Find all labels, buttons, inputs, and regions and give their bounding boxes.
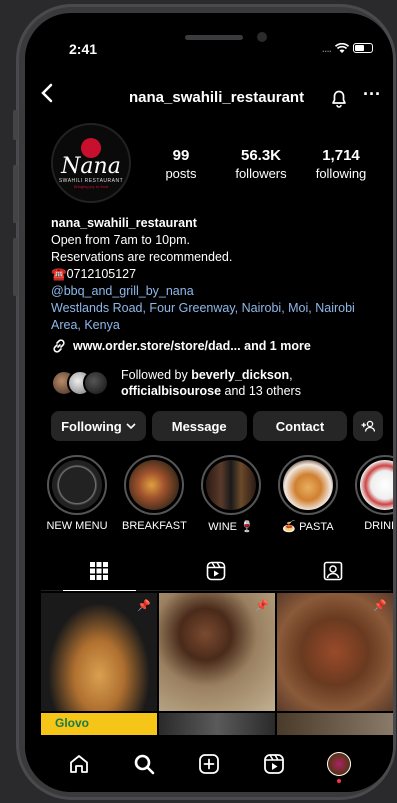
stat-followers[interactable]: 56.3K followers — [223, 147, 299, 181]
wifi-icon — [335, 42, 349, 53]
profile-tabs — [41, 551, 391, 591]
profile-handle: nana_swahili_restaurant — [129, 89, 305, 106]
search-icon — [134, 754, 155, 774]
highlight-label: NEW MENU — [46, 520, 108, 532]
tab-reels[interactable] — [158, 551, 275, 590]
contact-button[interactable]: Contact — [252, 411, 348, 441]
glovo-brand-text: Glovo — [55, 716, 90, 730]
post-thumbnail[interactable]: 📌 — [277, 593, 393, 711]
side-button — [13, 238, 18, 296]
followed-by[interactable]: Followed by beverly_dickson, officialbis… — [51, 367, 381, 399]
chevron-down-icon — [126, 422, 136, 429]
highlight-ring — [201, 455, 261, 515]
highlight-new-menu[interactable]: NEW MENU — [45, 455, 109, 533]
following-button[interactable]: Following — [51, 411, 146, 441]
stat-label: followers — [235, 166, 287, 181]
profile-bio: nana_swahili_restaurant Open from 7am to… — [51, 215, 381, 334]
stat-value: 56.3K — [240, 147, 282, 164]
posts-grid: 📌 📌 📌 Glovo — [41, 593, 393, 735]
bio-address-link[interactable]: Westlands Road, Four Greenway, Nairobi, … — [51, 300, 381, 334]
more-options-button[interactable]: ··· — [363, 84, 381, 105]
highlight-label: BREAKFAST — [122, 520, 187, 532]
pin-icon: 📌 — [373, 600, 387, 612]
profile-stats: 99 posts 56.3K followers 1,714 following — [143, 147, 379, 181]
camera — [257, 32, 267, 42]
highlight-ring — [124, 455, 184, 515]
highlight-label: 🍝 PASTA — [282, 521, 334, 533]
bio-line: Open from 7am to 10pm. — [51, 233, 190, 247]
nav-home[interactable] — [65, 750, 93, 778]
tagged-icon — [323, 561, 342, 580]
home-icon — [70, 754, 89, 773]
link-icon — [53, 339, 65, 353]
highlight-wine[interactable]: WINE 🍷 — [199, 455, 263, 533]
tab-posts-grid[interactable] — [41, 551, 158, 591]
side-button — [13, 110, 18, 140]
battery-icon — [353, 43, 373, 53]
stat-label: posts — [165, 166, 197, 181]
highlight-breakfast[interactable]: BREAKFAST — [122, 455, 187, 533]
notification-dot — [336, 778, 341, 783]
post-thumbnail[interactable] — [277, 713, 393, 735]
bio-mention-link[interactable]: @bbq_and_grill_by_nana — [51, 283, 381, 300]
bio-name: nana_swahili_restaurant — [51, 216, 197, 230]
highlight-label: DRINKS — [364, 520, 393, 532]
nav-profile[interactable] — [325, 750, 353, 783]
highlight-ring — [278, 455, 338, 515]
bio-line: Reservations are recommended. — [51, 250, 233, 264]
profile-actions: Following Message Contact — [51, 411, 384, 441]
story-highlights: NEW MENU BREAKFAST WINE 🍷 🍝 PASTA DRINKS — [45, 455, 393, 533]
stat-following[interactable]: 1,714 following — [303, 147, 379, 181]
add-user-icon — [361, 420, 376, 432]
followed-by-text: Followed by beverly_dickson, officialbis… — [121, 368, 301, 398]
nav-reels[interactable] — [260, 750, 288, 778]
back-button[interactable] — [41, 83, 53, 109]
highlight-drinks[interactable]: DRINKS — [353, 455, 393, 533]
stat-value: 1,714 — [322, 147, 360, 164]
grid-icon — [90, 561, 109, 580]
nav-create[interactable] — [195, 750, 223, 778]
stat-value: 99 — [172, 147, 190, 164]
highlight-pasta[interactable]: 🍝 PASTA — [276, 455, 340, 533]
status-bar: 2:41 .... — [25, 13, 393, 65]
stat-label: following — [315, 166, 367, 181]
plus-square-icon — [199, 753, 219, 774]
tab-tagged[interactable] — [274, 551, 391, 590]
post-thumbnail[interactable]: 📌 — [41, 593, 157, 711]
follower-avatar — [83, 370, 109, 396]
status-time: 2:41 — [69, 41, 98, 57]
website-link[interactable]: www.order.store/store/dad... and 1 more — [51, 338, 311, 354]
highlight-ring — [47, 455, 107, 515]
profile-avatar-icon — [326, 751, 351, 783]
post-thumbnail[interactable] — [159, 713, 275, 735]
highlight-ring — [355, 455, 393, 515]
add-user-button[interactable] — [353, 411, 384, 441]
logo-tagline: Bringing joy to food — [73, 183, 109, 189]
post-thumbnail[interactable]: 📌 — [159, 593, 275, 711]
website-more: and 1 more — [240, 339, 311, 353]
website-url: www.order.store/store/dad... — [73, 339, 241, 353]
reels-icon — [206, 561, 226, 580]
pin-icon: 📌 — [255, 600, 269, 612]
profile-avatar[interactable]: Nana SWAHILI RESTAURANT Bringing joy to … — [51, 123, 131, 203]
chevron-left-icon — [41, 83, 53, 103]
reels-icon — [263, 753, 284, 774]
message-button[interactable]: Message — [151, 411, 247, 441]
status-icons: .... — [322, 41, 373, 55]
screen: 2:41 .... nana_swahili_restaurant ··· Na… — [25, 13, 393, 792]
bio-phone: ☎️0712105127 — [51, 267, 137, 281]
profile-header: nana_swahili_restaurant ··· — [25, 83, 393, 113]
side-button — [13, 165, 18, 223]
post-thumbnail[interactable]: Glovo — [41, 713, 157, 735]
bell-icon[interactable] — [329, 88, 349, 108]
stat-posts[interactable]: 99 posts — [143, 147, 219, 181]
highlight-label: WINE 🍷 — [208, 521, 254, 533]
bottom-navigation — [25, 735, 393, 792]
speaker — [185, 35, 243, 40]
nav-search[interactable] — [130, 750, 158, 778]
pin-icon: 📌 — [137, 600, 151, 612]
signal-icon: .... — [321, 41, 332, 55]
logo-name: Nana — [61, 153, 121, 179]
notch — [143, 13, 317, 51]
